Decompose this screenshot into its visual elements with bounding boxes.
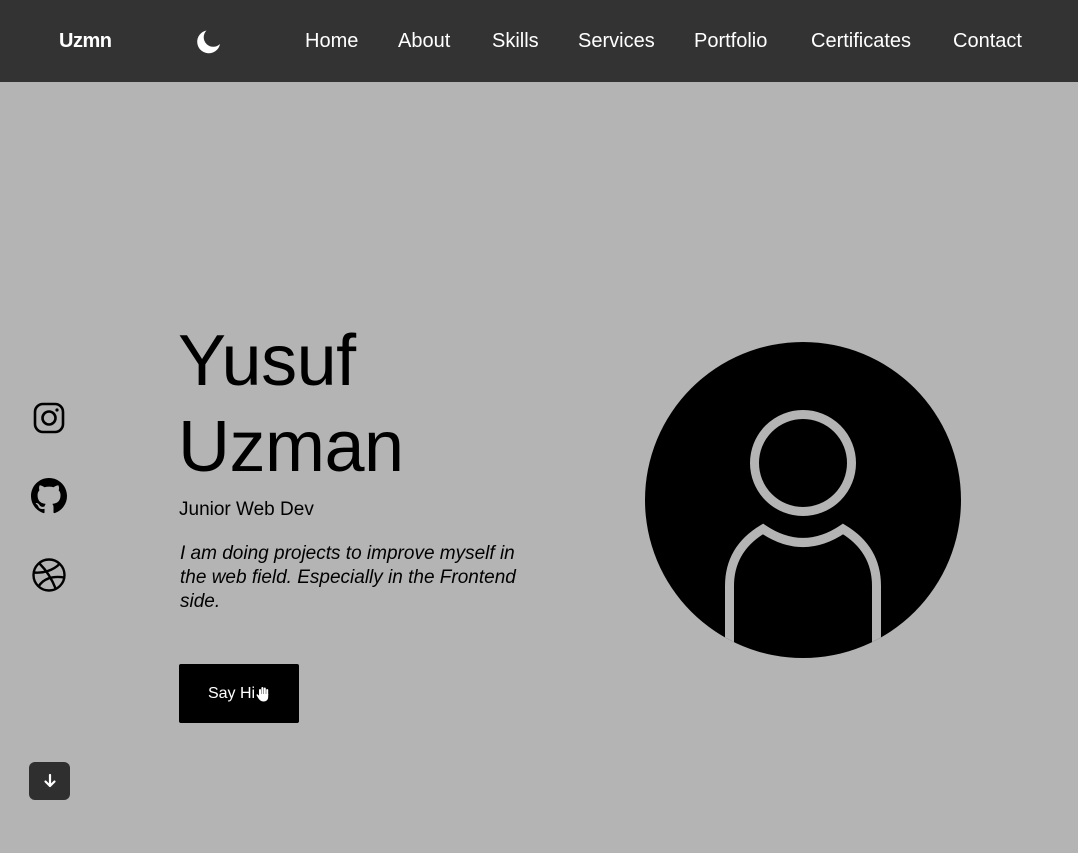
scroll-down-button[interactable] [29, 762, 70, 800]
nav-link-services[interactable]: Services [578, 30, 655, 53]
hero-last-name: Uzman [178, 407, 404, 487]
dribbble-link[interactable] [31, 557, 67, 593]
hero-bio: I am doing projects to improve myself in… [180, 543, 516, 612]
nav-link-skills[interactable]: Skills [492, 30, 539, 53]
hero-name: Yusuf Uzman [178, 318, 404, 490]
theme-toggle-button[interactable] [193, 27, 223, 57]
hero-first-name: Yusuf [178, 321, 356, 401]
dribbble-icon [32, 558, 66, 592]
top-navbar: Uzmn Home About Skills Services Portfoli… [0, 0, 1078, 82]
github-icon [31, 478, 67, 514]
profile-avatar [645, 342, 961, 658]
instagram-link[interactable] [31, 400, 67, 436]
moon-icon [197, 30, 220, 54]
nav-link-home[interactable]: Home [305, 30, 358, 53]
github-link[interactable] [31, 478, 67, 514]
say-hi-label: Say Hi [207, 684, 256, 702]
nav-link-contact[interactable]: Contact [953, 30, 1022, 53]
nav-link-about[interactable]: About [398, 30, 450, 53]
user-avatar-icon [645, 342, 961, 658]
say-hi-button[interactable]: Say Hi [179, 664, 299, 723]
nav-link-certificates[interactable]: Certificates [811, 30, 911, 53]
arrow-down-icon [43, 773, 56, 788]
instagram-icon [33, 402, 65, 434]
hand-wave-icon [256, 686, 269, 701]
nav-link-portfolio[interactable]: Portfolio [694, 30, 767, 53]
hero-role: Junior Web Dev [179, 499, 314, 520]
site-logo[interactable]: Uzmn [59, 30, 112, 53]
